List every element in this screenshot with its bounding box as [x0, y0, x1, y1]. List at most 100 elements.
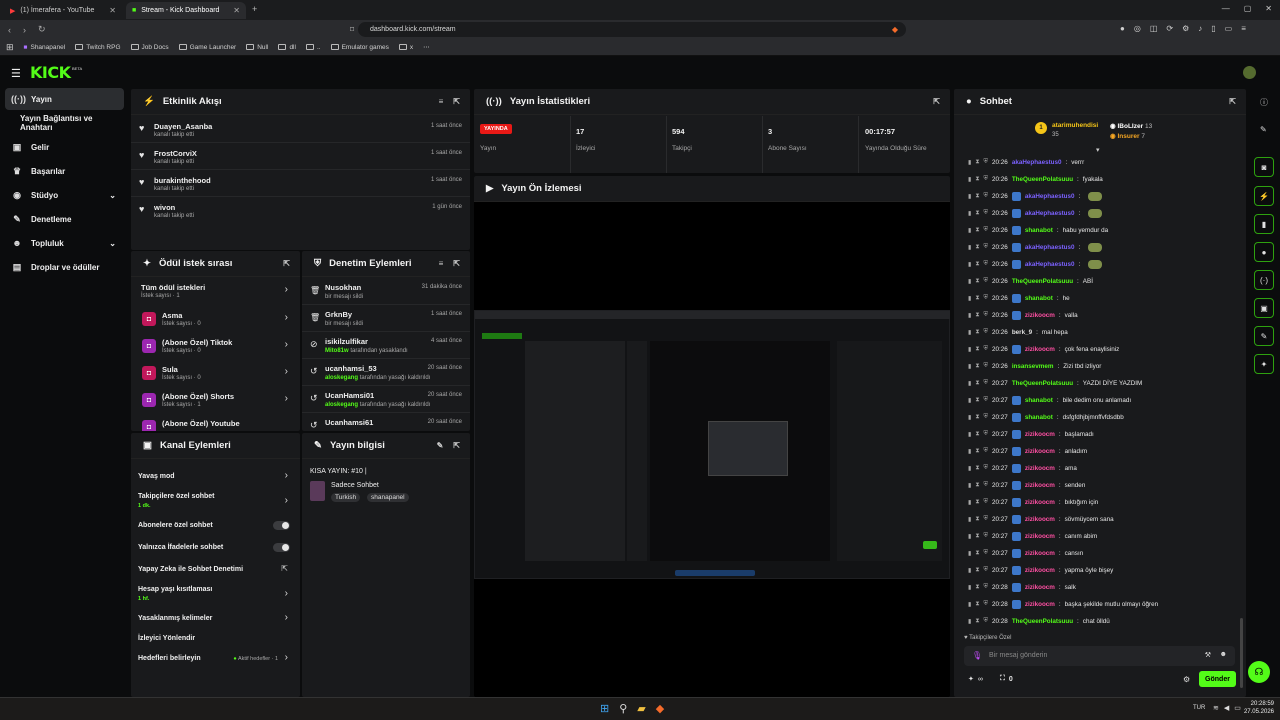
slow-mode-item[interactable]: Yavaş mod › [131, 466, 300, 488]
sidebar-item-yayin[interactable]: ((·)) Yayın [5, 88, 124, 110]
timeout-icon[interactable]: ⧗ [975, 584, 979, 591]
extension-icon[interactable]: ⚙ [1182, 24, 1189, 33]
raid-item[interactable]: İzleyici Yönlendir [131, 630, 300, 648]
gear-icon[interactable]: ⚙ [1183, 675, 1190, 684]
follower-name[interactable]: wivon [154, 203, 175, 212]
chat-username[interactable]: shanabot [1025, 227, 1053, 234]
delete-message-icon[interactable]: ▮ [968, 380, 971, 387]
url-field[interactable]: dashboard.kick.com/stream ◆ [358, 22, 906, 37]
ai-moderation-item[interactable]: Yapay Zeka ile Sohbet Denetimi ⇱ [131, 559, 300, 581]
mod-target-user[interactable]: ucanhamsi_53 [325, 364, 377, 373]
ban-icon[interactable]: ⛨ [984, 465, 989, 472]
follower-name[interactable]: Duayen_Asanba [154, 122, 212, 131]
timeout-icon[interactable]: ⧗ [975, 159, 979, 166]
timeout-icon[interactable]: ⧗ [975, 210, 979, 217]
ban-icon[interactable]: ⛨ [984, 618, 989, 625]
ban-icon[interactable]: ⛨ [984, 567, 989, 574]
ban-icon[interactable]: ⛨ [984, 176, 989, 183]
emoji-icon[interactable]: ☻ [1220, 651, 1227, 658]
popout-icon[interactable]: ⇱ [933, 97, 940, 106]
mod-target-user[interactable]: Ucanhamsi61 [325, 418, 373, 427]
extension-icon[interactable]: ◫ [1150, 24, 1158, 33]
chat-username[interactable]: zizikoocm [1025, 312, 1055, 319]
channel-points[interactable]: ✦ ∞ [968, 675, 983, 684]
delete-message-icon[interactable]: ▮ [968, 193, 971, 200]
ban-icon[interactable]: ⛨ [984, 533, 989, 540]
ban-icon[interactable]: ⛨ [984, 584, 989, 591]
delete-message-icon[interactable]: ▮ [968, 329, 971, 336]
timeout-icon[interactable]: ⧗ [975, 499, 979, 506]
delete-message-icon[interactable]: ▮ [968, 261, 971, 268]
sidebar-toggle-icon[interactable]: ▯ [1211, 24, 1215, 33]
goals-item[interactable]: Hedefleri belirleyin ● Aktif hedefler · … [131, 648, 300, 670]
delete-message-icon[interactable]: ▮ [968, 278, 971, 285]
account-age-item[interactable]: Hesap yaşı kısıtlaması 1 hf. › [131, 581, 300, 608]
bookmark-item[interactable]: Job Docs [130, 44, 169, 51]
timeout-icon[interactable]: ⧗ [975, 550, 979, 557]
bookmark-item[interactable]: .. [305, 44, 321, 51]
delete-message-icon[interactable]: ▮ [968, 346, 971, 353]
new-tab-icon[interactable]: + [252, 4, 257, 14]
list-item[interactable]: ◘ (Abone Özel) Tiktok İstek sayısı · 0 › [131, 333, 300, 360]
tab-youtube[interactable]: ▶ (1) İmerafera - YouTube ✕ [4, 2, 122, 19]
brave-shield-icon[interactable]: ◆ [892, 25, 898, 34]
chat-username[interactable]: akaHephaestus0 [1025, 261, 1075, 268]
apps-grid-icon[interactable]: ⊞ [6, 42, 14, 53]
delete-message-icon[interactable]: ▮ [968, 363, 971, 370]
chat-username[interactable]: zizikoocm [1025, 482, 1055, 489]
popout-icon[interactable]: ⇱ [453, 97, 460, 106]
music-icon[interactable]: ♪ [1198, 24, 1202, 33]
ban-icon[interactable]: ⛨ [984, 431, 989, 438]
extension-icon[interactable]: ⟳ [1166, 24, 1173, 33]
leaderboard-entry[interactable]: ◉ IBoLIzer 13 [1110, 122, 1152, 130]
delete-message-icon[interactable]: ▮ [968, 550, 971, 557]
timeout-icon[interactable]: ⧗ [975, 448, 979, 455]
popout-icon[interactable]: ⇱ [1229, 97, 1236, 106]
ban-icon[interactable]: ⛨ [984, 601, 989, 608]
wallet-icon[interactable]: ▭ [1225, 24, 1233, 33]
sidebar-item-stream-key[interactable]: Yayın Bağlantısı ve Anahtarı [5, 112, 124, 134]
tag-chip[interactable]: Turkish [331, 493, 361, 502]
chat-username[interactable]: zizikoocm [1025, 499, 1055, 506]
rail-rewards-button[interactable]: ✦ [1254, 354, 1274, 374]
timeout-icon[interactable]: ⧗ [975, 295, 979, 302]
delete-message-icon[interactable]: ▮ [968, 295, 971, 302]
ban-icon[interactable]: ⛨ [984, 329, 989, 336]
extension-icon[interactable]: ● [1120, 24, 1125, 33]
rail-channel-button[interactable]: ▣ [1254, 298, 1274, 318]
ban-icon[interactable]: ⛨ [984, 380, 989, 387]
rail-chat-button[interactable]: ● [1254, 242, 1274, 262]
chat-username[interactable]: akaHephaestus0 [1025, 244, 1075, 251]
ban-icon[interactable]: ⛨ [984, 278, 989, 285]
language-indicator[interactable]: TUR [1193, 705, 1205, 711]
kick-logo[interactable]: KICK [30, 63, 71, 82]
bookmark-item[interactable]: Null [246, 44, 268, 51]
list-item[interactable]: ◘ Sula İstek sayısı · 0 › [131, 360, 300, 387]
ban-icon[interactable]: ⛨ [984, 210, 989, 217]
timeout-icon[interactable]: ⧗ [975, 227, 979, 234]
sidebar-item-basarilar[interactable]: ♛ Başarılar [5, 160, 124, 182]
windows-start-icon[interactable]: ⊞ [600, 702, 609, 715]
chat-username[interactable]: akaHephaestus0 [1012, 159, 1062, 166]
moderator-name[interactable]: aloskegang [325, 402, 358, 408]
delete-message-icon[interactable]: ▮ [968, 431, 971, 438]
popout-icon[interactable]: ⇱ [453, 441, 460, 450]
file-explorer-icon[interactable]: ▰ [637, 702, 645, 715]
search-icon[interactable]: ⚲ [619, 702, 627, 715]
chat-username[interactable]: zizikoocm [1025, 516, 1055, 523]
delete-message-icon[interactable]: ▮ [968, 159, 971, 166]
ban-icon[interactable]: ⛨ [984, 261, 989, 268]
follower-name[interactable]: FrostCorviX [154, 149, 197, 158]
chat-input[interactable]: 🎙 Bir mesaj gönderin ⚒ ☻ [964, 646, 1235, 666]
category-name[interactable]: Sadece Sohbet [331, 482, 379, 489]
leaderboard-entry[interactable]: ◉ Insurer 7 [1110, 132, 1145, 140]
ban-icon[interactable]: ⛨ [984, 482, 989, 489]
delete-message-icon[interactable]: ▮ [968, 244, 971, 251]
chat-username[interactable]: berk_9 [1012, 329, 1032, 336]
delete-message-icon[interactable]: ▮ [968, 499, 971, 506]
chat-username[interactable]: zizikoocm [1025, 431, 1055, 438]
sidebar-item-gelir[interactable]: ▣ Gelir [5, 136, 124, 158]
ban-icon[interactable]: ⛨ [984, 363, 989, 370]
delete-message-icon[interactable]: ▮ [968, 176, 971, 183]
chat-username[interactable]: shanabot [1025, 397, 1053, 404]
